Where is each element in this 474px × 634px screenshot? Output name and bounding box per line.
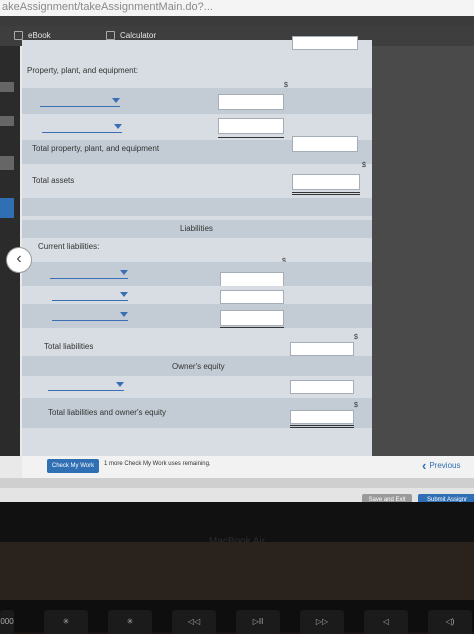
chevron-down-icon: [120, 292, 128, 297]
key-f11: ◁): [428, 610, 472, 634]
chevron-down-icon: [120, 270, 128, 275]
key-f6: ✳: [108, 610, 152, 634]
ppe-item-1-dropdown[interactable]: [40, 96, 120, 107]
right-background: [372, 46, 474, 456]
toolbar-strip: [0, 16, 474, 26]
owners-equity-amount[interactable]: [290, 380, 354, 394]
total-assets-label: Total assets: [32, 176, 75, 185]
current-liabilities-heading: Current liabilities:: [38, 242, 100, 251]
back-chevron-button[interactable]: ‹: [6, 247, 32, 273]
assignment-footer: Check My Work 1 more Check My Work uses …: [22, 456, 474, 478]
key-f8: ▷II: [236, 610, 280, 634]
total-liabilities-amount[interactable]: [290, 342, 354, 356]
remaining-checks-text: 1 more Check My Work uses remaining.: [104, 461, 211, 467]
amount-input-top[interactable]: [292, 36, 358, 50]
chevron-down-icon: [112, 98, 120, 103]
current-liability-2-dropdown[interactable]: [52, 290, 128, 301]
chevron-down-icon: [116, 382, 124, 387]
total-liabilities-equity-amount[interactable]: [290, 410, 354, 424]
current-liability-3-dropdown[interactable]: [52, 310, 128, 321]
keyboard-row: 000 ✳ ✳ ◁◁ ▷II ▷▷ ◁ ◁): [0, 600, 474, 634]
total-ppe-label: Total property, plant, and equipment: [32, 144, 160, 153]
total-liabilities-equity-label: Total liabilities and owner's equity: [48, 408, 167, 417]
balance-sheet-form: Property, plant, and equipment: $ Total …: [22, 36, 372, 456]
current-liability-1-dropdown[interactable]: [50, 268, 128, 279]
owners-equity-dropdown[interactable]: [48, 380, 124, 391]
total-liabilities-label: Total liabilities: [44, 342, 94, 351]
chevron-down-icon: [114, 124, 122, 129]
chevron-left-icon: ‹: [16, 250, 22, 267]
address-bar[interactable]: akeAssignment/takeAssignmentMain.do?...: [0, 0, 474, 16]
key-f10: ◁: [364, 610, 408, 634]
ppe-item-2-amount[interactable]: [218, 118, 284, 134]
ppe-heading: Property, plant, and equipment:: [27, 66, 139, 75]
laptop-body: [0, 542, 474, 600]
ppe-item-2-dropdown[interactable]: [42, 122, 122, 133]
divider-strip: [0, 478, 474, 488]
key-f4: 000: [0, 610, 14, 634]
current-liability-2-amount[interactable]: [220, 290, 284, 304]
dollar-sign: $: [354, 334, 358, 341]
save-and-exit-button[interactable]: Save and Exit: [362, 494, 412, 502]
tab-ebook-label: eBook: [28, 31, 51, 40]
dollar-sign: $: [354, 402, 358, 409]
tab-calculator-label: Calculator: [120, 31, 157, 40]
owners-equity-heading: Owner's equity: [172, 362, 225, 371]
previous-button[interactable]: ‹ Previous: [422, 459, 460, 473]
browser-window: akeAssignment/takeAssignmentMain.do?... …: [0, 0, 474, 502]
liabilities-heading: Liabilities: [180, 224, 213, 233]
submit-assignment-button[interactable]: Submit Assignr: [418, 494, 474, 502]
key-f7: ◁◁: [172, 610, 216, 634]
total-ppe-amount[interactable]: [292, 136, 358, 152]
action-bar: Save and Exit Submit Assignr: [0, 488, 474, 502]
current-liability-3-amount[interactable]: [220, 310, 284, 326]
key-f5: ✳: [44, 610, 88, 634]
total-assets-amount[interactable]: [292, 174, 360, 190]
key-f9: ▷▷: [300, 610, 344, 634]
ppe-item-1-amount[interactable]: [218, 94, 284, 110]
check-my-work-button[interactable]: Check My Work: [47, 459, 99, 473]
chevron-down-icon: [120, 312, 128, 317]
previous-button-label: Previous: [429, 461, 461, 471]
dollar-sign: $: [362, 162, 366, 169]
chevron-left-icon: ‹: [422, 458, 427, 473]
